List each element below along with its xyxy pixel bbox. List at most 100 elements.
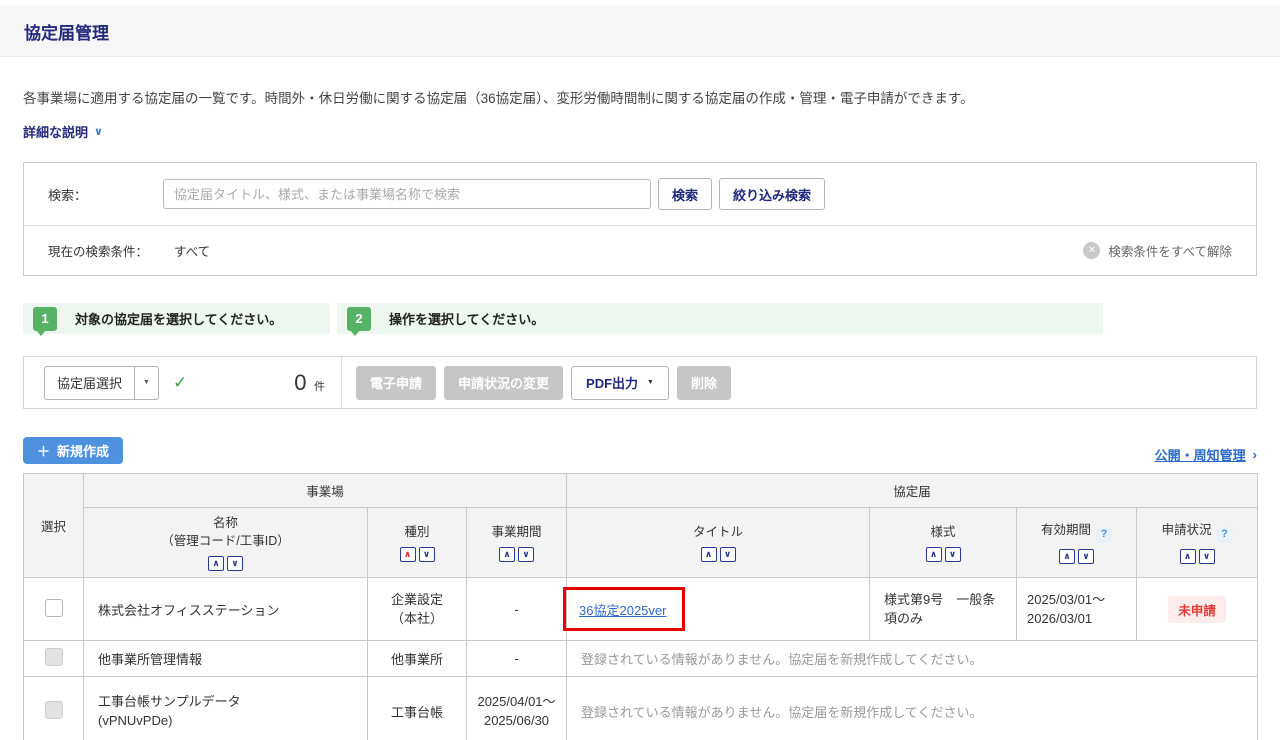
sort-asc-button[interactable]: ∧: [926, 547, 942, 562]
selected-count-unit: 件: [314, 381, 325, 393]
pdf-output-button[interactable]: PDF出力 ▼: [571, 366, 669, 400]
create-new-button[interactable]: ＋ 新規作成: [23, 437, 123, 464]
step-2-number-badge: 2: [347, 307, 371, 331]
detail-toggle-label: 詳細な説明: [23, 122, 88, 141]
search-panel: 検索： 検索 絞り込み検索 現在の検索条件： すべて ✕ 検索条件をすべて解除: [23, 162, 1257, 276]
selection-summary: 協定届選択 ▼ ✓ 0 件: [24, 366, 341, 400]
column-header-type: 種別 ∧ ∨: [368, 508, 467, 578]
office-type-line2: （本社）: [368, 609, 466, 629]
sort-desc-icon: ∨: [1203, 551, 1210, 562]
business-period-from: 2025/04/01～: [467, 692, 566, 712]
search-button[interactable]: 検索: [658, 178, 712, 210]
column-header-status: 申請状況? ∧ ∨: [1137, 508, 1258, 578]
agreement-select-dropdown[interactable]: 協定届選択 ▼: [44, 366, 159, 400]
column-header-period: 事業期間 ∧ ∨: [467, 508, 567, 578]
sort-asc-icon: ∧: [1184, 551, 1191, 562]
plus-icon: ＋: [37, 441, 50, 460]
office-name: 他事業所管理情報: [98, 652, 202, 667]
search-row: 検索： 検索 絞り込み検索: [24, 163, 1256, 225]
page-description: 各事業場に適用する協定届の一覧です。時間外・休日労働に関する協定届（36協定届）…: [23, 87, 1257, 107]
column-valid-label: 有効期間: [1041, 523, 1091, 537]
sort-desc-button[interactable]: ∨: [945, 547, 961, 562]
page-title: 協定届管理: [24, 19, 1256, 44]
business-period-to: 2025/06/30: [467, 711, 566, 731]
agreement-format: 様式第9号 一般条項のみ: [884, 592, 995, 627]
column-header-title: タイトル ∧ ∨: [567, 508, 870, 578]
sort-asc-icon: ∧: [1063, 551, 1070, 562]
empty-message: 登録されている情報がありません。協定届を新規作成してください。: [581, 652, 982, 667]
column-type-label: 種別: [372, 523, 462, 541]
help-icon[interactable]: ?: [1217, 527, 1233, 543]
caret-down-icon: ▼: [134, 367, 158, 399]
table-row: 他事業所管理情報 他事業所 - 登録されている情報がありません。協定届を新規作成…: [24, 641, 1258, 677]
sort-asc-icon: ∧: [404, 549, 411, 560]
sort-desc-button[interactable]: ∨: [1078, 549, 1094, 564]
sort-desc-icon: ∨: [423, 549, 430, 560]
sort-asc-button[interactable]: ∧: [701, 547, 717, 562]
create-new-label: 新規作成: [57, 441, 109, 460]
agreement-select-label: 協定届選択: [45, 367, 134, 399]
business-period: -: [514, 602, 518, 617]
actions-row: ＋ 新規作成 公開・周知管理 ›: [23, 437, 1257, 464]
publish-management-label: 公開・周知管理: [1155, 445, 1246, 464]
caret-glyph: ▼: [143, 379, 150, 386]
clear-conditions-label: 検索条件をすべて解除: [1108, 241, 1232, 260]
current-conditions-value: すべて: [174, 241, 210, 260]
question-glyph: ?: [1101, 527, 1108, 543]
column-header-select: 選択: [24, 474, 84, 578]
sort-desc-button[interactable]: ∨: [419, 547, 435, 562]
sort-asc-button-active[interactable]: ∧: [400, 547, 416, 562]
help-icon[interactable]: ?: [1096, 527, 1112, 543]
clear-conditions-button[interactable]: ✕ 検索条件をすべて解除: [1083, 241, 1232, 260]
sort-desc-icon: ∨: [949, 549, 956, 560]
valid-period-to: 2026/03/01: [1027, 609, 1136, 629]
valid-period-from: 2025/03/01～: [1027, 590, 1136, 610]
search-label: 検索：: [48, 185, 163, 204]
row-checkbox[interactable]: [45, 599, 63, 617]
toolbar-buttons: 電子申請 申請状況の変更 PDF出力 ▼ 削除: [342, 366, 731, 400]
sort-asc-button[interactable]: ∧: [499, 547, 515, 562]
column-period-label: 事業期間: [471, 523, 562, 541]
sort-desc-button[interactable]: ∨: [227, 556, 243, 571]
current-conditions-label: 現在の検索条件：: [48, 241, 148, 260]
delete-button: 削除: [677, 366, 731, 400]
step-banners: 1 対象の協定届を選択してください。 2 操作を選択してください。: [23, 303, 1257, 334]
publish-management-link[interactable]: 公開・周知管理 ›: [1155, 445, 1257, 464]
step-1-number-badge: 1: [33, 307, 57, 331]
step-1-text: 対象の協定届を選択してください。: [75, 309, 282, 328]
chevron-right-icon: ›: [1253, 447, 1257, 462]
sort-asc-icon: ∧: [930, 549, 937, 560]
step-2-text: 操作を選択してください。: [389, 309, 544, 328]
sort-asc-button[interactable]: ∧: [1180, 549, 1196, 564]
sort-asc-icon: ∧: [503, 549, 510, 560]
search-input[interactable]: [163, 179, 651, 209]
selected-count-value: 0: [294, 370, 306, 395]
check-icon: ✓: [173, 373, 187, 393]
sort-desc-button[interactable]: ∨: [518, 547, 534, 562]
sort-desc-button[interactable]: ∨: [720, 547, 736, 562]
sort-desc-icon: ∨: [231, 558, 238, 569]
selection-toolbar: 協定届選択 ▼ ✓ 0 件 電子申請 申請状況の変更 PDF出力 ▼ 削除: [23, 356, 1257, 409]
sort-desc-button[interactable]: ∨: [1199, 549, 1215, 564]
agreement-title-link[interactable]: 36協定2025ver: [579, 603, 666, 618]
table-row: 株式会社オフィスステーション 企業設定 （本社） - 36協定2025ver 様…: [24, 578, 1258, 641]
column-header-valid-period: 有効期間? ∧ ∨: [1017, 508, 1137, 578]
office-name: 株式会社オフィスステーション: [98, 603, 279, 618]
filter-search-button[interactable]: 絞り込み検索: [719, 178, 825, 210]
sort-asc-button[interactable]: ∧: [208, 556, 224, 571]
close-glyph: ✕: [1088, 245, 1096, 256]
group-header-agreement: 協定届: [567, 474, 1258, 508]
page-header: 協定届管理: [0, 6, 1280, 57]
detail-toggle-link[interactable]: 詳細な説明 ∨: [23, 122, 103, 141]
sort-asc-icon: ∧: [705, 549, 712, 560]
office-name-line1: 工事台帳サンプルデータ: [98, 692, 367, 712]
chevron-down-icon: ∨: [94, 125, 103, 138]
row-checkbox-disabled: [45, 701, 63, 719]
question-glyph: ?: [1221, 527, 1228, 543]
sort-asc-icon: ∧: [212, 558, 219, 569]
office-type: 工事台帳: [391, 705, 443, 720]
office-type: 他事業所: [391, 652, 443, 667]
column-status-label: 申請状況: [1162, 523, 1212, 537]
column-name-label-2: （管理コード/工事ID）: [88, 532, 363, 550]
sort-asc-button[interactable]: ∧: [1059, 549, 1075, 564]
